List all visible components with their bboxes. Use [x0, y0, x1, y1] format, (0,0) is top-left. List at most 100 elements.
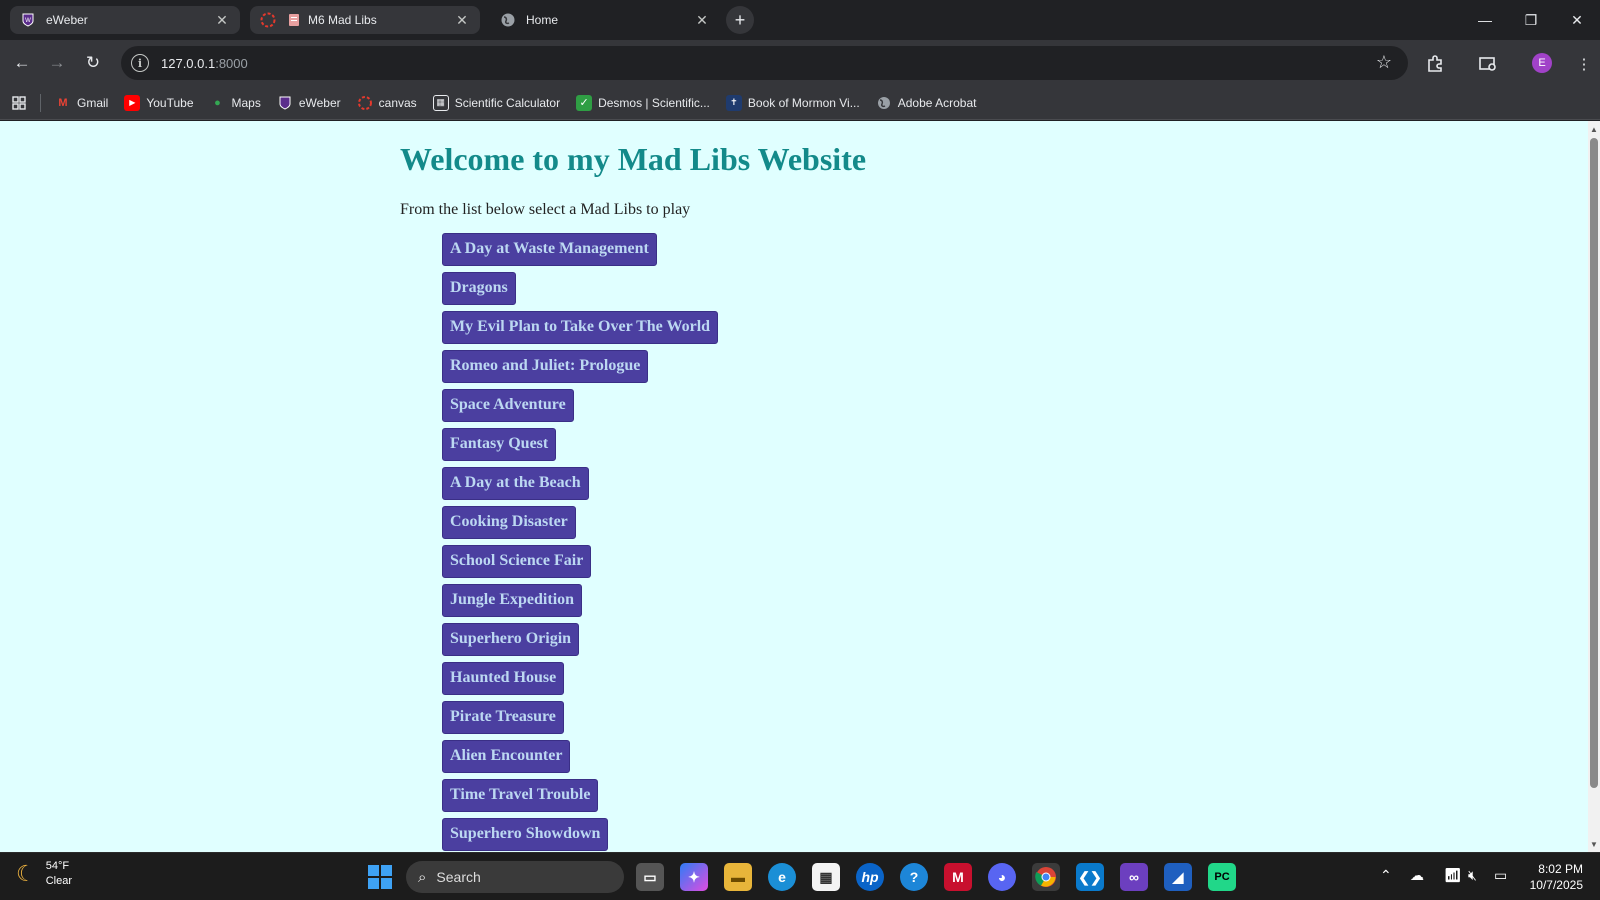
bookmark-scientific-calculator[interactable]: ▦ Scientific Calculator [432, 94, 560, 111]
mad-lib-link-fantasy-quest[interactable]: Fantasy Quest [442, 428, 557, 461]
forward-icon[interactable]: → [42, 48, 72, 78]
scroll-down-icon[interactable]: ▼ [1588, 838, 1600, 850]
bookmark-desmos[interactable]: ✓ Desmos | Scientific... [576, 94, 710, 111]
task-view-icon[interactable]: ▭ [636, 863, 664, 891]
discord-icon[interactable]: ◕ [988, 863, 1016, 891]
weather-temperature: 54°F [45, 860, 70, 872]
url-text[interactable]: 127.0.0.1:8000 [161, 56, 248, 71]
list-item: Pirate Treasure [442, 701, 718, 740]
show-hidden-icons[interactable]: ⌃ [1380, 867, 1392, 884]
mad-lib-link-jungle-expedition[interactable]: Jungle Expedition [442, 584, 583, 617]
svg-text:W: W [25, 18, 31, 24]
onedrive-icon[interactable]: ☁ [1410, 867, 1424, 884]
mad-lib-link-superhero-origin[interactable]: Superhero Origin [442, 623, 580, 656]
bookmark-maps[interactable]: ● Maps [210, 95, 261, 111]
wifi-icon[interactable]: 📶︎ [1444, 867, 1462, 884]
list-item: Fantasy Quest [442, 428, 718, 467]
more-menu-icon[interactable]: ⋮ [1572, 52, 1596, 76]
copilot-icon[interactable]: ✦ [680, 863, 708, 891]
visual-studio-icon[interactable]: ∞ [1120, 863, 1148, 891]
bookmark-canvas[interactable]: canvas [357, 95, 417, 111]
help-icon[interactable]: ? [900, 863, 928, 891]
weather-widget[interactable]: ☾ 54°F Clear [16, 859, 72, 889]
file-explorer-icon[interactable]: ▬ [724, 863, 752, 891]
bookmark-eweber[interactable]: eWeber [277, 95, 341, 111]
minimize-icon[interactable]: — [1462, 0, 1508, 40]
tab-title: eWeber [46, 13, 88, 27]
mad-lib-link-superhero-showdown[interactable]: Superhero Showdown [442, 818, 609, 851]
chrome-icon[interactable] [1032, 863, 1060, 891]
list-item: School Science Fair [442, 545, 718, 584]
document-icon [286, 12, 302, 28]
browser-toolbar: ← → ↻ i 127.0.0.1:8000 ☆ ⋮ [0, 40, 1600, 86]
eweber-icon [277, 95, 293, 111]
mad-lib-link-waste-management[interactable]: A Day at Waste Management [442, 233, 657, 266]
bookmark-youtube[interactable]: ▶ YouTube [124, 94, 194, 111]
mad-lib-link-haunted-house[interactable]: Haunted House [442, 662, 565, 695]
app-fin-icon[interactable]: ◢ [1164, 863, 1192, 891]
mad-lib-link-alien-encounter[interactable]: Alien Encounter [442, 740, 571, 773]
reload-icon[interactable]: ↻ [78, 48, 108, 78]
close-tab-icon[interactable]: ✕ [694, 12, 710, 28]
list-item: My Evil Plan to Take Over The World [442, 311, 719, 350]
bookmark-gmail[interactable]: M Gmail [55, 95, 108, 111]
page-viewport: Welcome to my Mad Libs Website From the … [0, 121, 1588, 852]
bookmark-book-of-mormon[interactable]: ✝ Book of Mormon Vi... [725, 94, 860, 111]
taskbar-search[interactable]: ⌕ Search [406, 861, 624, 893]
mad-lib-link-evil-plan[interactable]: My Evil Plan to Take Over The World [442, 311, 719, 344]
eweber-icon: W [20, 12, 36, 28]
system-clock[interactable]: 8:02 PM 10/7/2025 [1523, 861, 1583, 893]
canvas-icon [260, 12, 276, 28]
apps-grid-icon[interactable] [12, 95, 26, 110]
moon-icon: ☾ [16, 861, 36, 886]
vscode-icon[interactable]: ❮❯ [1076, 863, 1104, 891]
hp-icon[interactable]: hp [856, 863, 884, 891]
start-button[interactable] [368, 865, 392, 889]
mad-lib-link-time-travel[interactable]: Time Travel Trouble [442, 779, 599, 812]
bookmarks-bar: M Gmail ▶ YouTube ● Maps eWeber canvas ▦ Sci… [0, 86, 1600, 120]
tab-eweber[interactable]: W eWeber ✕ [10, 6, 240, 34]
restore-icon[interactable]: ❐ [1508, 0, 1554, 40]
page-scrollbar[interactable]: ▲ ▼ [1588, 121, 1600, 852]
site-info-icon[interactable]: i [131, 54, 149, 72]
clock-time: 8:02 PM [1538, 862, 1583, 876]
close-window-icon[interactable]: ✕ [1554, 0, 1600, 40]
media-control-icon[interactable] [1476, 52, 1500, 76]
extensions-icon[interactable] [1423, 52, 1447, 76]
profile-avatar[interactable]: E [1532, 53, 1552, 73]
bookmark-star-icon[interactable]: ☆ [1376, 52, 1392, 73]
address-bar[interactable]: i 127.0.0.1:8000 ☆ [121, 46, 1408, 80]
mad-lib-link-pirate-treasure[interactable]: Pirate Treasure [442, 701, 564, 734]
volume-muted-icon[interactable]: 🔇︎ [1468, 867, 1477, 884]
weather-condition: Clear [45, 875, 73, 887]
list-item: A Day at the Beach [442, 467, 718, 506]
tab-title: M6 Mad Libs [308, 13, 377, 27]
globe-icon [500, 12, 516, 28]
list-item: Time Travel Trouble [442, 779, 718, 818]
tab-title: Home [526, 13, 559, 27]
close-tab-icon[interactable]: ✕ [454, 12, 470, 28]
battery-icon[interactable]: ▭ [1494, 867, 1507, 884]
mad-lib-link-space-adventure[interactable]: Space Adventure [442, 389, 574, 422]
bookmarks-divider [40, 93, 41, 112]
scrollbar-thumb[interactable] [1590, 138, 1598, 788]
mad-lib-link-cooking-disaster[interactable]: Cooking Disaster [442, 506, 576, 539]
new-tab-button[interactable]: + [726, 6, 754, 34]
mcafee-icon[interactable]: M [944, 863, 972, 891]
edge-icon[interactable]: e [768, 863, 796, 891]
tab-home[interactable]: Home ✕ [490, 6, 720, 34]
pycharm-icon[interactable]: PC [1208, 863, 1236, 891]
mad-lib-link-science-fair[interactable]: School Science Fair [442, 545, 592, 578]
tab-m6-mad-libs[interactable]: M6 Mad Libs ✕ [250, 6, 480, 34]
mad-lib-link-beach[interactable]: A Day at the Beach [442, 467, 589, 500]
windows-taskbar: ☾ 54°F Clear ⌕ Search ▭ ✦ ▬ e ▦ hp ? M ◕… [0, 852, 1600, 900]
search-placeholder: Search [436, 869, 481, 885]
store-icon[interactable]: ▦ [812, 863, 840, 891]
close-tab-icon[interactable]: ✕ [214, 12, 230, 28]
bookmark-adobe-acrobat[interactable]: Adobe Acrobat [876, 95, 976, 111]
youtube-icon: ▶ [124, 94, 141, 111]
back-icon[interactable]: ← [7, 48, 37, 78]
mad-lib-link-dragons[interactable]: Dragons [442, 272, 516, 305]
mad-lib-link-romeo-juliet[interactable]: Romeo and Juliet: Prologue [442, 350, 649, 383]
scroll-up-icon[interactable]: ▲ [1588, 123, 1600, 135]
